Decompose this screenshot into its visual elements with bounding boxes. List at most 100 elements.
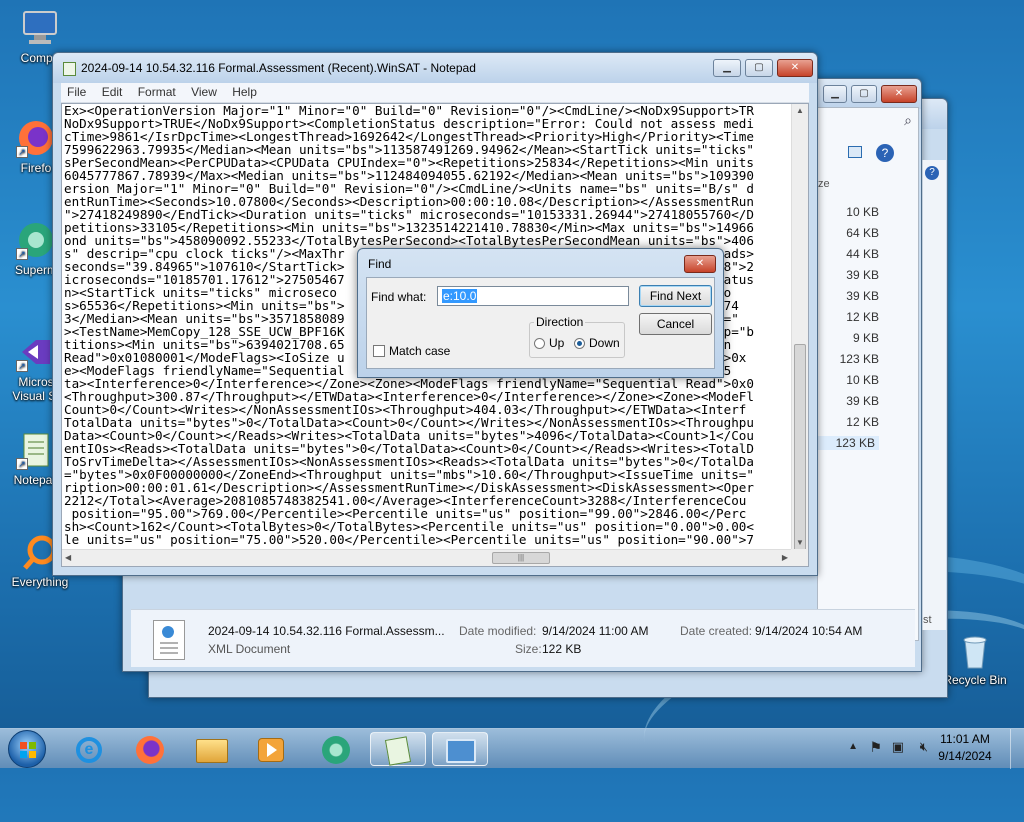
explorer-minimize-button[interactable]: ▁	[823, 85, 847, 103]
match-case-label[interactable]: Match case	[389, 344, 450, 358]
shortcut-arrow-icon: ↗	[16, 458, 28, 470]
xml-file-icon	[153, 620, 185, 660]
menu-edit[interactable]: Edit	[96, 83, 129, 101]
notepad-minimize-button[interactable]: ▁	[713, 59, 741, 77]
taskbar-firefox[interactable]	[122, 732, 178, 766]
media-player-icon	[258, 738, 284, 762]
computer-icon	[20, 8, 60, 48]
details-size: 122 KB	[542, 642, 582, 656]
notepad-app-icon	[63, 62, 76, 76]
notepad-titlebar[interactable]: 2024-09-14 10.54.32.116 Formal.Assessmen…	[53, 53, 817, 83]
details-date-created-label: Date created:	[680, 624, 753, 638]
find-next-button[interactable]: Find Next	[639, 285, 712, 307]
notepad-menubar: File Edit Format View Help	[61, 83, 809, 103]
explorer-close-button[interactable]: ✕	[881, 85, 917, 103]
details-pane: 2024-09-14 10.54.32.116 Formal.Assessm..…	[131, 609, 915, 667]
up-label[interactable]: Up	[549, 336, 564, 350]
horizontal-scrollbar[interactable]: ◀ ||| ▶	[62, 549, 791, 566]
notepad-title: 2024-09-14 10.54.32.116 Formal.Assessmen…	[81, 61, 476, 75]
action-center-flag-icon[interactable]: ⚑	[869, 739, 882, 756]
notepad-icon: ↗	[16, 430, 56, 470]
file-size: 12 KB	[846, 310, 879, 324]
file-size: 39 KB	[846, 289, 879, 303]
shortcut-arrow-icon: ↗	[16, 248, 28, 260]
down-radio[interactable]	[574, 338, 585, 349]
explorer-maximize-button[interactable]: ▢	[851, 85, 877, 103]
notepad-close-button[interactable]: ✕	[777, 59, 813, 77]
match-case-checkbox[interactable]	[373, 345, 385, 357]
find-what-label: Find what:	[371, 290, 427, 304]
search-icon[interactable]: ⌕	[904, 112, 912, 129]
volume-muted-icon[interactable]: 🔇︎	[920, 739, 928, 755]
down-label[interactable]: Down	[589, 336, 620, 350]
find-dialog[interactable]: Find ✕ Find what: e:10.0 Find Next Cance…	[357, 248, 724, 378]
text-line: le units="us" position="75.00">520.00</P…	[64, 532, 754, 547]
scroll-corner	[791, 549, 808, 566]
details-size-label: Size:	[515, 642, 542, 656]
shortcut-arrow-icon: ↗	[16, 146, 28, 158]
scroll-left-arrow-icon[interactable]: ◀	[65, 553, 71, 562]
menu-view[interactable]: View	[185, 83, 223, 101]
find-dialog-title: Find	[368, 257, 392, 271]
help-icon[interactable]: ?	[925, 166, 939, 180]
taskbar-supermium[interactable]	[308, 732, 364, 766]
winsat-icon	[446, 739, 476, 763]
scroll-up-arrow-icon[interactable]: ▲	[796, 106, 804, 115]
vertical-scrollbar[interactable]: ▲ ▼	[791, 104, 808, 566]
file-size: 12 KB	[846, 415, 879, 429]
file-size: 10 KB	[846, 373, 879, 387]
taskbar: e ▲ ⚑ ▣ 🔇︎ 11:01 AM 9/14/2024	[0, 728, 1024, 769]
find-what-input[interactable]: e:10.0	[437, 286, 629, 306]
radio-dot	[577, 341, 582, 346]
windows-logo-icon	[20, 742, 36, 758]
find-dialog-body: Find what: e:10.0 Find Next Cancel Direc…	[366, 277, 715, 369]
taskbar-winsat[interactable]	[432, 732, 488, 766]
find-dialog-close-button[interactable]: ✕	[684, 255, 716, 273]
network-icon[interactable]: ▣	[892, 739, 904, 755]
details-fragment: st	[923, 614, 932, 626]
file-size: 10 KB	[846, 205, 879, 219]
file-size: 64 KB	[846, 226, 879, 240]
menu-format[interactable]: Format	[132, 83, 182, 101]
direction-label: Direction	[534, 315, 586, 329]
preview-pane-icon[interactable]	[848, 146, 862, 158]
file-size: 39 KB	[846, 394, 879, 408]
file-size: 39 KB	[846, 268, 879, 282]
find-what-value: e:10.0	[442, 289, 478, 303]
vertical-scroll-thumb[interactable]	[794, 344, 806, 566]
file-size: 9 KB	[852, 331, 879, 345]
supermium-icon: ↗	[16, 220, 56, 260]
column-header-size[interactable]: ze	[818, 178, 830, 190]
cancel-button[interactable]: Cancel	[639, 313, 712, 335]
file-size: 123 KB	[839, 352, 879, 366]
scroll-right-arrow-icon[interactable]: ▶	[782, 553, 788, 562]
file-size: 44 KB	[846, 247, 879, 261]
visual-studio-icon: ↗	[16, 332, 56, 372]
taskbar-internet-explorer[interactable]: e	[62, 732, 118, 766]
show-desktop-button[interactable]	[1010, 729, 1024, 769]
firefox-icon	[136, 736, 164, 764]
notepad-maximize-button[interactable]: ▢	[745, 59, 773, 77]
clock-time: 11:01 AM	[940, 732, 990, 746]
taskbar-file-explorer[interactable]	[184, 732, 240, 766]
show-hidden-icons-icon[interactable]: ▲	[848, 741, 858, 752]
menu-file[interactable]: File	[61, 83, 92, 101]
taskbar-media-player[interactable]	[244, 732, 300, 766]
start-button[interactable]	[8, 730, 46, 768]
explorer-back-strip: ? st	[922, 160, 946, 630]
up-radio[interactable]	[534, 338, 545, 349]
scroll-down-arrow-icon[interactable]: ▼	[796, 538, 804, 547]
clock[interactable]: 11:01 AM 9/14/2024	[930, 731, 1000, 765]
file-size-selected: 123 KB	[809, 436, 879, 450]
internet-explorer-icon: e	[76, 737, 102, 763]
notepad-icon	[384, 736, 412, 766]
clock-date: 9/14/2024	[938, 749, 992, 763]
details-date-modified: 9/14/2024 11:00 AM	[542, 624, 649, 638]
taskbar-notepad[interactable]	[370, 732, 426, 766]
recycle-bin-icon	[955, 630, 995, 670]
file-explorer-icon	[196, 739, 228, 763]
direction-groupbox: Direction Up Down	[529, 315, 625, 358]
menu-help[interactable]: Help	[226, 83, 263, 101]
help-icon[interactable]: ?	[876, 144, 894, 162]
horizontal-scroll-thumb[interactable]: |||	[492, 552, 550, 564]
